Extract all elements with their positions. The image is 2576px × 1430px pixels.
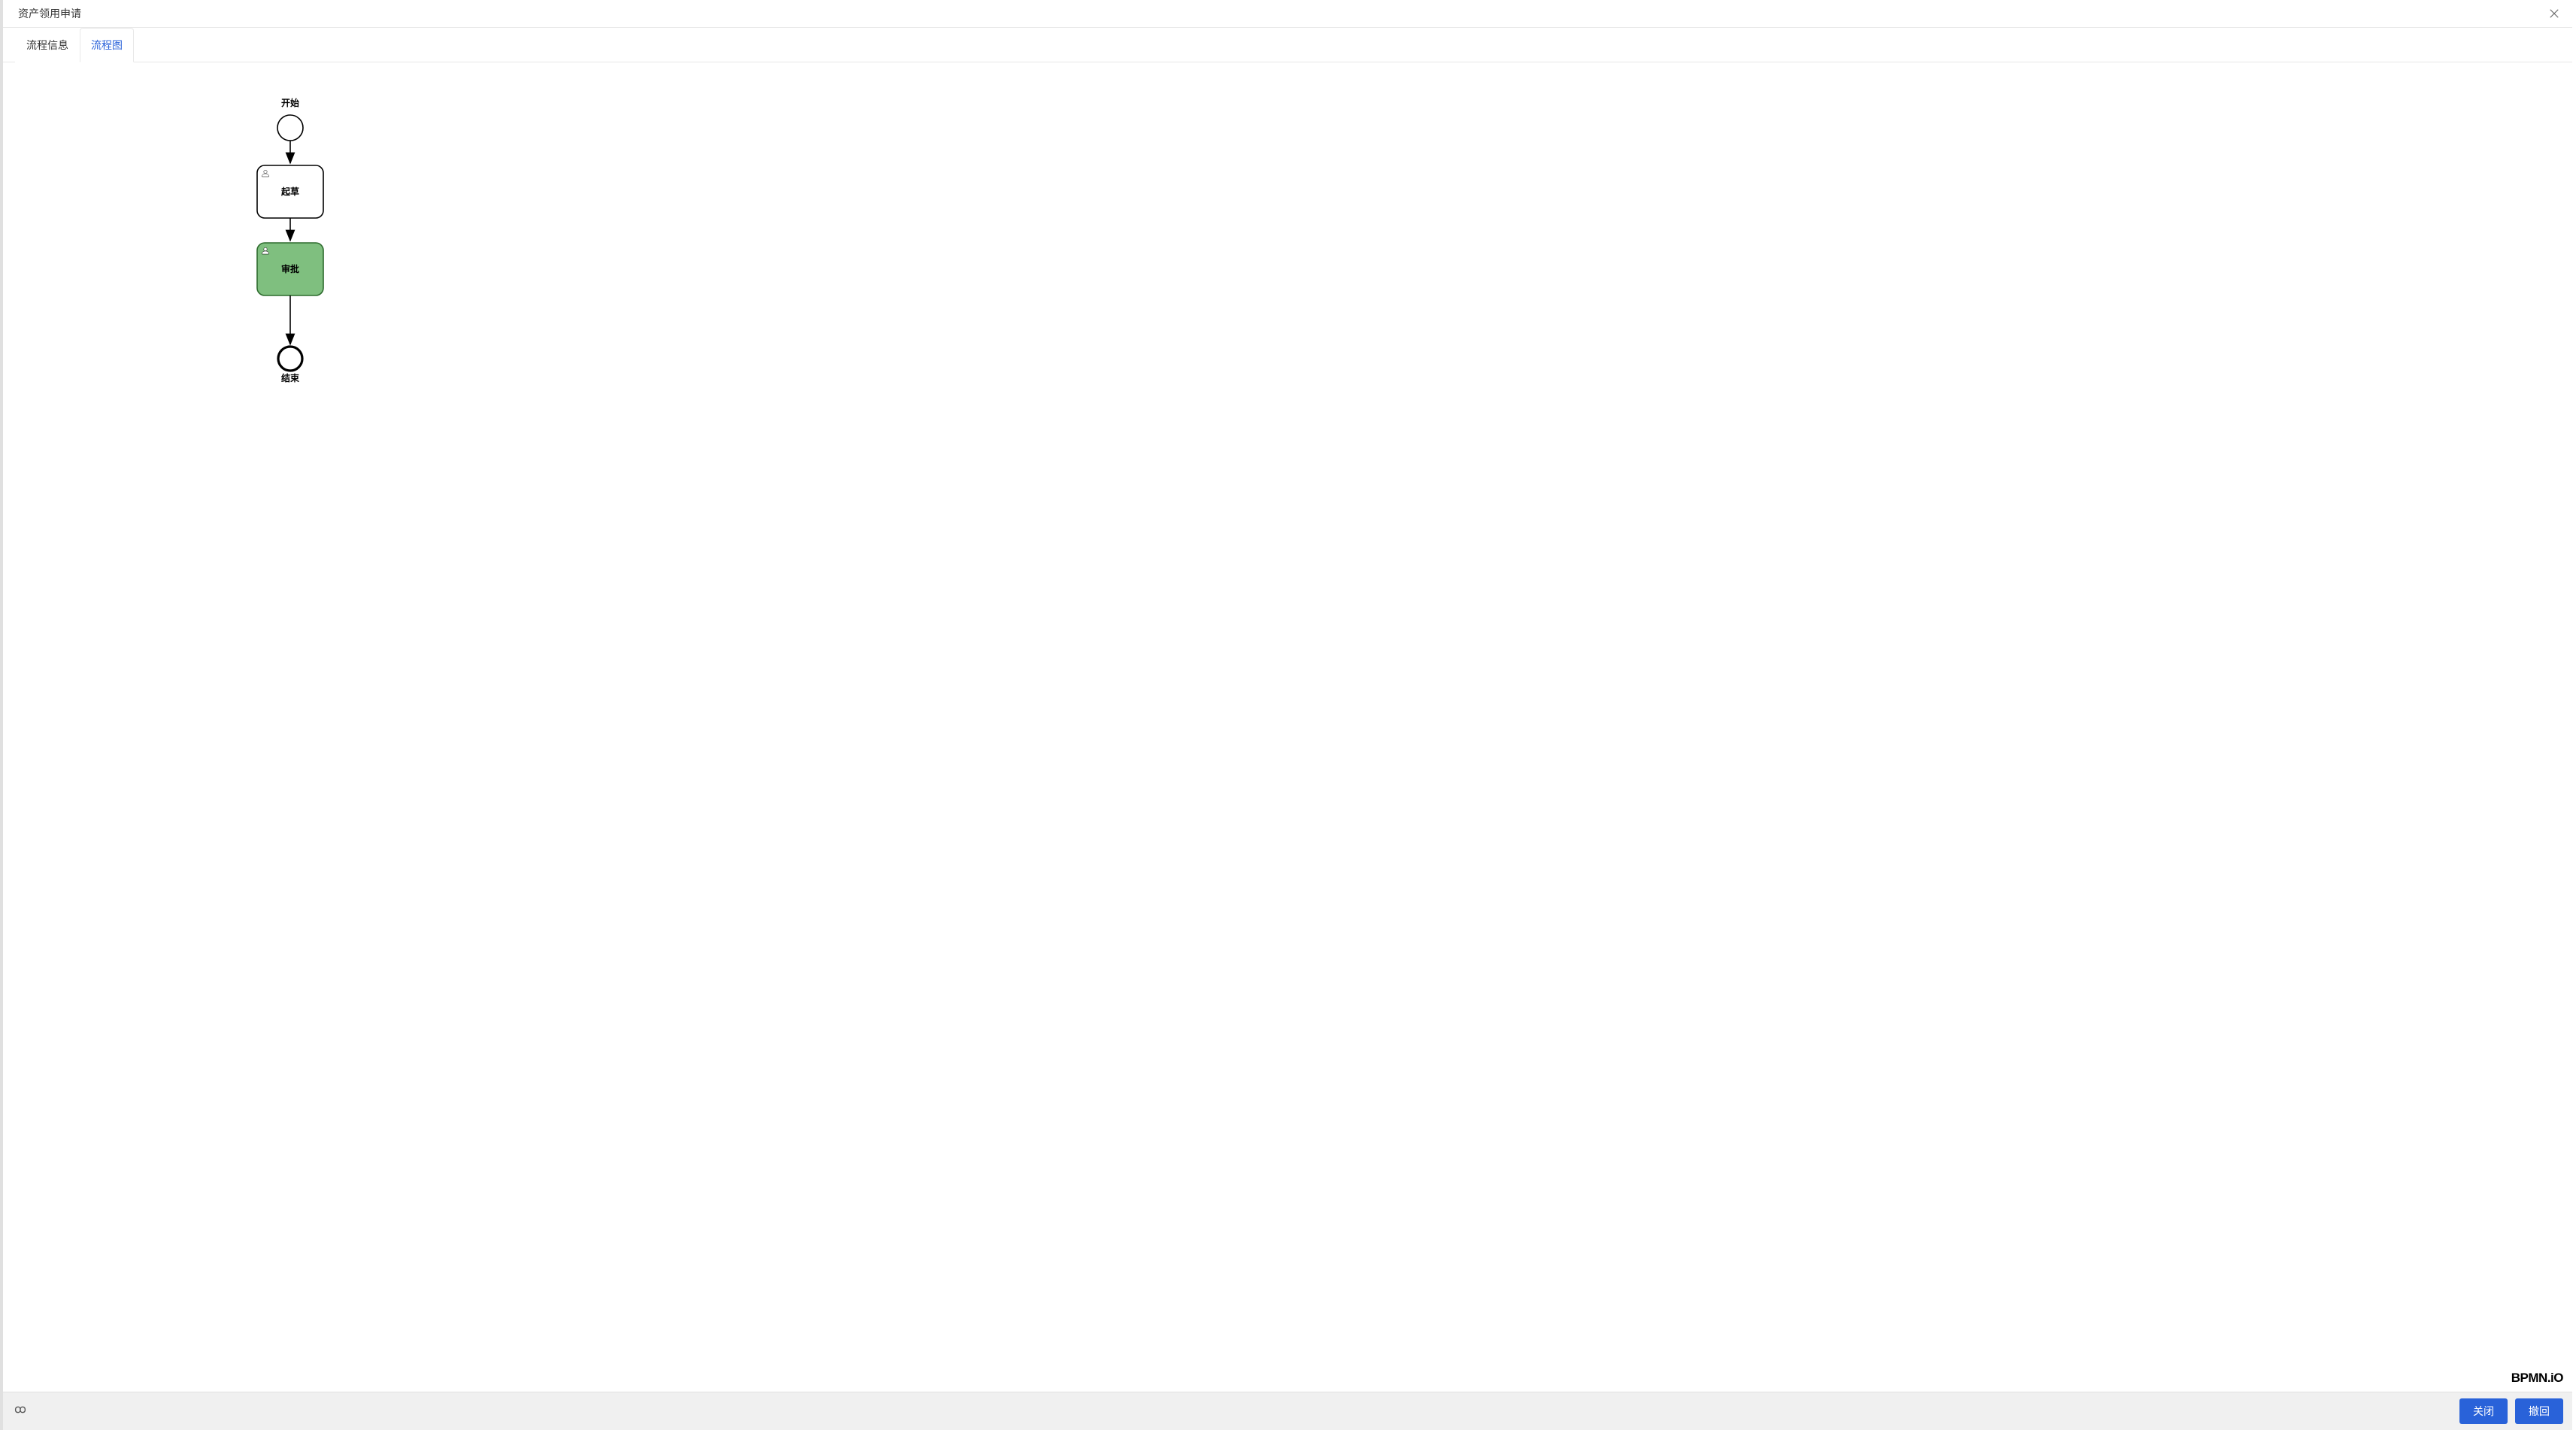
start-label: 开始 (281, 97, 299, 108)
tab-process-diagram[interactable]: 流程图 (80, 28, 134, 62)
bpmn-io-logo[interactable]: BPMN.iO (2511, 1371, 2563, 1386)
modal-footer: 关闭 撤回 (3, 1392, 2572, 1430)
workflow-modal: 资产领用申请 流程信息 流程图 开始 (3, 0, 2576, 1430)
close-button[interactable]: 关闭 (2459, 1398, 2508, 1424)
bpmn-diagram-canvas[interactable]: 开始 起草 审批 结束 BPMN.iO (3, 62, 2572, 1392)
tab-process-info[interactable]: 流程信息 (15, 28, 80, 62)
draft-label: 起草 (280, 186, 299, 197)
approve-label: 审批 (281, 263, 299, 274)
bpmn-svg: 开始 起草 审批 结束 (3, 62, 2572, 1392)
footer-right: 关闭 撤回 (2459, 1398, 2563, 1424)
footer-left (12, 1404, 29, 1418)
close-icon[interactable] (2548, 8, 2560, 20)
withdraw-button[interactable]: 撤回 (2515, 1398, 2563, 1424)
modal-title: 资产领用申请 (18, 6, 81, 21)
modal-header: 资产领用申请 (3, 0, 2572, 28)
end-label: 结束 (281, 372, 300, 383)
infinity-icon[interactable] (12, 1404, 29, 1418)
end-event-node[interactable] (278, 347, 302, 371)
tabs-bar: 流程信息 流程图 (3, 28, 2572, 62)
start-event-node[interactable] (277, 115, 303, 141)
